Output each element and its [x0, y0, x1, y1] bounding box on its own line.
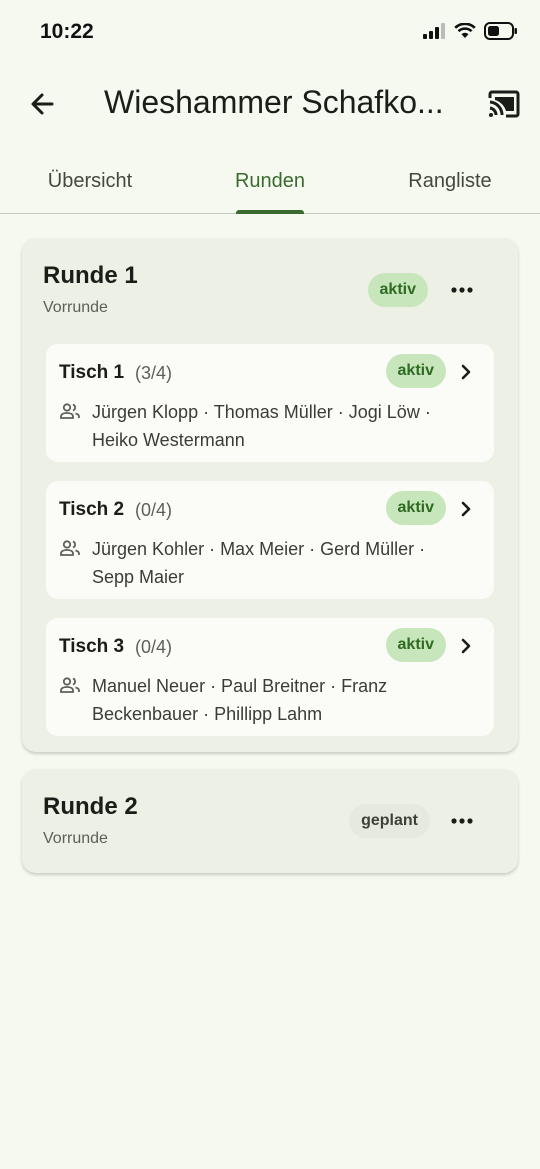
table-player-count: (0/4): [135, 637, 173, 657]
status-badge: aktiv: [385, 354, 446, 388]
round-subtitle: Vorrunde: [43, 830, 108, 847]
chevron-right-icon[interactable]: [456, 360, 476, 384]
app-bar: Wieshammer Schafko...: [0, 72, 540, 136]
tab-uebersicht[interactable]: Übersicht: [0, 150, 180, 213]
table-name: Tisch 2: [59, 499, 125, 520]
round-title: Runde 2: [43, 793, 138, 820]
more-horiz-icon: [451, 818, 473, 824]
table-name: Tisch 3: [59, 636, 125, 657]
back-button[interactable]: [22, 84, 62, 124]
tab-rangliste[interactable]: Rangliste: [360, 150, 540, 213]
cast-button[interactable]: [484, 86, 524, 122]
table-name: Tisch 1: [59, 362, 125, 383]
status-badge: aktiv: [385, 628, 446, 662]
tab-bar: Übersicht Runden Rangliste: [0, 150, 540, 214]
status-badge: aktiv: [367, 273, 428, 307]
wifi-icon: [454, 23, 476, 38]
status-badge: aktiv: [385, 491, 446, 525]
status-badge: geplant: [349, 804, 430, 838]
group-icon: [60, 540, 80, 556]
table-player-count: (3/4): [135, 363, 173, 383]
group-icon: [60, 403, 80, 419]
battery-icon: [484, 22, 517, 40]
player-list: Manuel Neuer · Paul Breitner · Franz Bec…: [92, 676, 388, 724]
status-time: 10:22: [40, 20, 94, 43]
tab-runden[interactable]: Runden: [180, 150, 360, 213]
status-bar: 10:22: [0, 0, 540, 64]
round-card[interactable]: Runde 1 Vorrunde aktiv Tisch 1 (3/4) akt…: [22, 238, 518, 752]
more-horiz-icon: [451, 287, 473, 293]
table-card[interactable]: Tisch 1 (3/4) aktiv Jürgen Klopp · Thoma…: [46, 344, 494, 462]
table-card[interactable]: Tisch 2 (0/4) aktiv Jürgen Kohler · Max …: [46, 481, 494, 599]
round-subtitle: Vorrunde: [43, 299, 108, 316]
more-options-button[interactable]: [446, 807, 478, 835]
chevron-right-icon[interactable]: [456, 634, 476, 658]
more-options-button[interactable]: [446, 276, 478, 304]
status-icons: [422, 22, 518, 40]
round-card[interactable]: Runde 2 Vorrunde geplant: [22, 769, 518, 873]
cellular-signal-icon: [423, 23, 445, 39]
cast-icon: [488, 90, 520, 118]
group-icon: [60, 677, 80, 693]
player-list: Jürgen Klopp · Thomas Müller · Jogi Löw …: [92, 402, 431, 450]
arrow-back-icon: [31, 93, 54, 115]
round-title: Runde 1: [43, 262, 138, 289]
table-card[interactable]: Tisch 3 (0/4) aktiv Manuel Neuer · Paul …: [46, 618, 494, 736]
player-list: Jürgen Kohler · Max Meier · Gerd Müller …: [92, 539, 426, 587]
table-player-count: (0/4): [135, 500, 173, 520]
tab-indicator: [236, 210, 304, 214]
chevron-right-icon[interactable]: [456, 497, 476, 521]
page-title: Wieshammer Schafko...: [104, 84, 444, 120]
